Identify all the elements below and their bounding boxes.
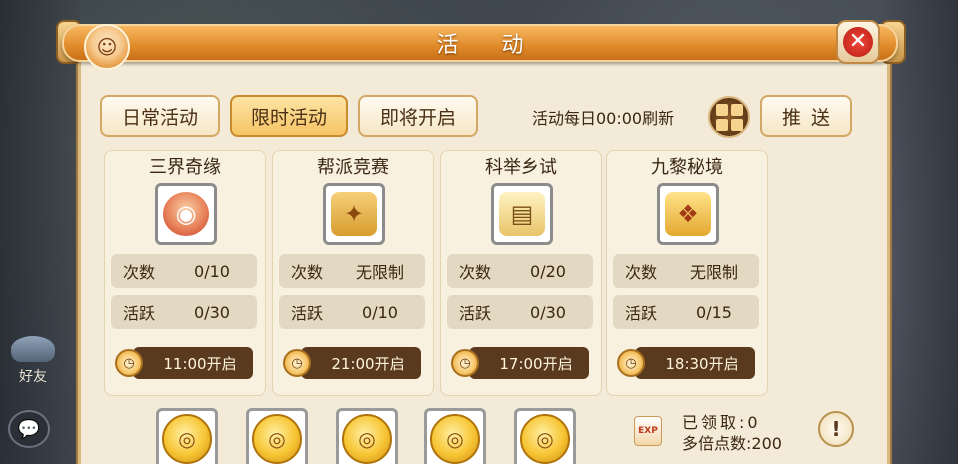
tab-label: 限时活动 xyxy=(250,106,327,129)
reward-chest-2[interactable]: ◎ xyxy=(246,408,308,464)
grid-menu-button[interactable] xyxy=(708,96,750,138)
activity-points-row: 活跃 0/30 xyxy=(447,295,593,329)
times-row: 次数 0/20 xyxy=(447,254,593,288)
times-value: 0/10 xyxy=(194,261,230,281)
activity-points-label: 活跃 xyxy=(122,304,155,323)
activity-points-row: 活跃 0/15 xyxy=(613,295,759,329)
activity-card-sanjie[interactable]: 三界奇缘 ◉ 次数 0/10 活跃 0/30 11:00开启 ◷ xyxy=(104,150,266,396)
multiplier-points: 多倍点数:200 xyxy=(682,434,782,453)
activity-icon-frame[interactable]: ▤ xyxy=(491,183,553,245)
exclamation-icon: ! xyxy=(831,417,841,441)
clock-icon: ◷ xyxy=(115,349,143,377)
friends-button[interactable]: 好友 xyxy=(8,330,58,386)
grid-icon xyxy=(715,103,728,116)
gold-coin-icon: ◎ xyxy=(342,414,392,464)
bowl-icon: ◉ xyxy=(163,192,209,236)
tab-daily-activities[interactable]: 日常活动 xyxy=(100,95,220,137)
activity-points-row: 活跃 0/10 xyxy=(279,295,425,329)
times-label: 次数 xyxy=(624,263,657,282)
close-icon: ✕ xyxy=(843,27,873,57)
charm-icon: ❖ xyxy=(665,192,711,236)
activity-points-label: 活跃 xyxy=(624,304,657,323)
reward-chest-1[interactable]: ◎ xyxy=(156,408,218,464)
gold-coin-icon: ◎ xyxy=(252,414,302,464)
times-value: 无限制 xyxy=(689,263,738,282)
mascot-avatar-icon: ☺ xyxy=(84,24,130,70)
activity-card-keju[interactable]: 科举乡试 ▤ 次数 0/20 活跃 0/30 17:00开启 ◷ xyxy=(440,150,602,396)
friends-hat-icon xyxy=(11,336,55,362)
activity-points-value: 0/30 xyxy=(194,302,230,322)
push-label: 推送 xyxy=(781,106,840,129)
chat-bubble-icon: 💬 xyxy=(17,418,41,440)
open-time-badge: 18:30开启 xyxy=(635,347,755,379)
times-label: 次数 xyxy=(122,263,155,282)
chat-button[interactable]: 💬 xyxy=(8,410,50,448)
medal-icon: ✦ xyxy=(331,192,377,236)
push-button[interactable]: 推送 xyxy=(760,95,852,137)
times-label: 次数 xyxy=(458,263,491,282)
close-button[interactable]: ✕ xyxy=(836,20,880,64)
gold-coin-icon: ◎ xyxy=(162,414,212,464)
clock-icon: ◷ xyxy=(617,349,645,377)
reward-chest-5[interactable]: ◎ xyxy=(514,408,576,464)
activity-points-label: 活跃 xyxy=(458,304,491,323)
page-title: 活 动 xyxy=(436,33,542,58)
activity-card-jiuli[interactable]: 九黎秘境 ❖ 次数 无限制 活跃 0/15 18:30开启 ◷ xyxy=(606,150,768,396)
tab-label: 日常活动 xyxy=(121,106,198,129)
activity-card-bangpai[interactable]: 帮派竞赛 ✦ 次数 无限制 活跃 0/10 21:00开启 ◷ xyxy=(272,150,434,396)
exp-scroll-icon: EXP xyxy=(634,416,662,446)
clock-icon: ◷ xyxy=(451,349,479,377)
times-label: 次数 xyxy=(290,263,323,282)
open-time-badge: 17:00开启 xyxy=(469,347,589,379)
activity-name: 科举乡试 xyxy=(485,157,557,178)
times-value: 0/20 xyxy=(530,261,566,281)
tab-limited-activities[interactable]: 限时活动 xyxy=(230,95,348,137)
times-row: 次数 无限制 xyxy=(279,254,425,288)
activity-icon-frame[interactable]: ❖ xyxy=(657,183,719,245)
activity-points-value: 0/10 xyxy=(362,302,398,322)
activity-points-value: 0/30 xyxy=(530,302,566,322)
activity-icon-frame[interactable]: ✦ xyxy=(323,183,385,245)
scroll-icon: ▤ xyxy=(499,192,545,236)
clock-icon: ◷ xyxy=(283,349,311,377)
refresh-notice: 活动每日00:00刷新 xyxy=(532,109,675,128)
info-button[interactable]: ! xyxy=(818,411,854,447)
activity-name: 帮派竞赛 xyxy=(317,157,389,178)
activity-points-value: 0/15 xyxy=(696,302,732,322)
open-time-badge: 11:00开启 xyxy=(133,347,253,379)
activity-icon-frame[interactable]: ◉ xyxy=(155,183,217,245)
times-value: 无限制 xyxy=(355,263,404,282)
activity-points-label: 活跃 xyxy=(290,304,323,323)
open-time-badge: 21:00开启 xyxy=(301,347,421,379)
tab-label: 即将开启 xyxy=(379,106,456,129)
title-bar: 活 动 xyxy=(62,24,898,62)
reward-chest-3[interactable]: ◎ xyxy=(336,408,398,464)
tab-upcoming-activities[interactable]: 即将开启 xyxy=(358,95,478,137)
activity-points-row: 活跃 0/30 xyxy=(111,295,257,329)
times-row: 次数 0/10 xyxy=(111,254,257,288)
gold-coin-icon: ◎ xyxy=(430,414,480,464)
scene-right-edge xyxy=(883,0,958,464)
reward-chest-4[interactable]: ◎ xyxy=(424,408,486,464)
friends-label: 好友 xyxy=(19,369,47,385)
activity-name: 三界奇缘 xyxy=(149,157,221,178)
times-row: 次数 无限制 xyxy=(613,254,759,288)
scene-left-edge xyxy=(0,0,80,464)
gold-coin-icon: ◎ xyxy=(520,414,570,464)
activity-name: 九黎秘境 xyxy=(651,157,723,178)
